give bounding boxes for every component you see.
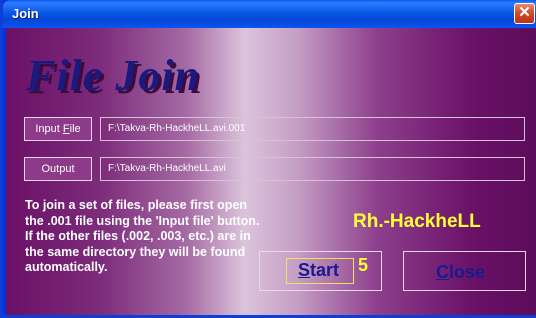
- close-window-button[interactable]: ✕: [514, 3, 535, 24]
- join-window: Join ✕ File Join Input File F:\Takva-Rh-…: [0, 0, 536, 318]
- output-button[interactable]: Output: [24, 157, 92, 181]
- instructions-text: To join a set of files, please first ope…: [25, 198, 260, 274]
- title-bar[interactable]: Join ✕: [3, 0, 536, 28]
- part-counter: 5: [358, 255, 369, 275]
- input-file-button[interactable]: Input File: [24, 117, 92, 141]
- start-label-accel: S: [298, 260, 311, 280]
- close-button[interactable]: Close: [403, 251, 526, 291]
- start-label-rest: tart: [310, 260, 340, 280]
- page-title: File Join: [26, 51, 201, 100]
- dialog-body: File Join Input File F:\Takva-Rh-HackheL…: [6, 28, 536, 315]
- close-label-rest: lose: [449, 262, 486, 282]
- window-title: Join: [12, 6, 39, 21]
- start-label: Start: [298, 260, 339, 281]
- brand-label: Rh.-HackheLL: [353, 211, 481, 232]
- output-path-field[interactable]: F:\Takva-Rh-HackheLL.avi: [100, 157, 525, 181]
- input-file-label-accel: F: [62, 123, 70, 135]
- output-label: Output: [41, 163, 75, 175]
- input-path-field[interactable]: F:\Takva-Rh-HackheLL.avi.001: [100, 117, 525, 141]
- close-label-accel: C: [436, 262, 449, 282]
- close-icon: ✕: [518, 4, 531, 21]
- input-file-label-suffix: ile: [69, 123, 81, 135]
- close-label: Close: [436, 262, 485, 283]
- input-file-label-prefix: Input: [35, 123, 63, 135]
